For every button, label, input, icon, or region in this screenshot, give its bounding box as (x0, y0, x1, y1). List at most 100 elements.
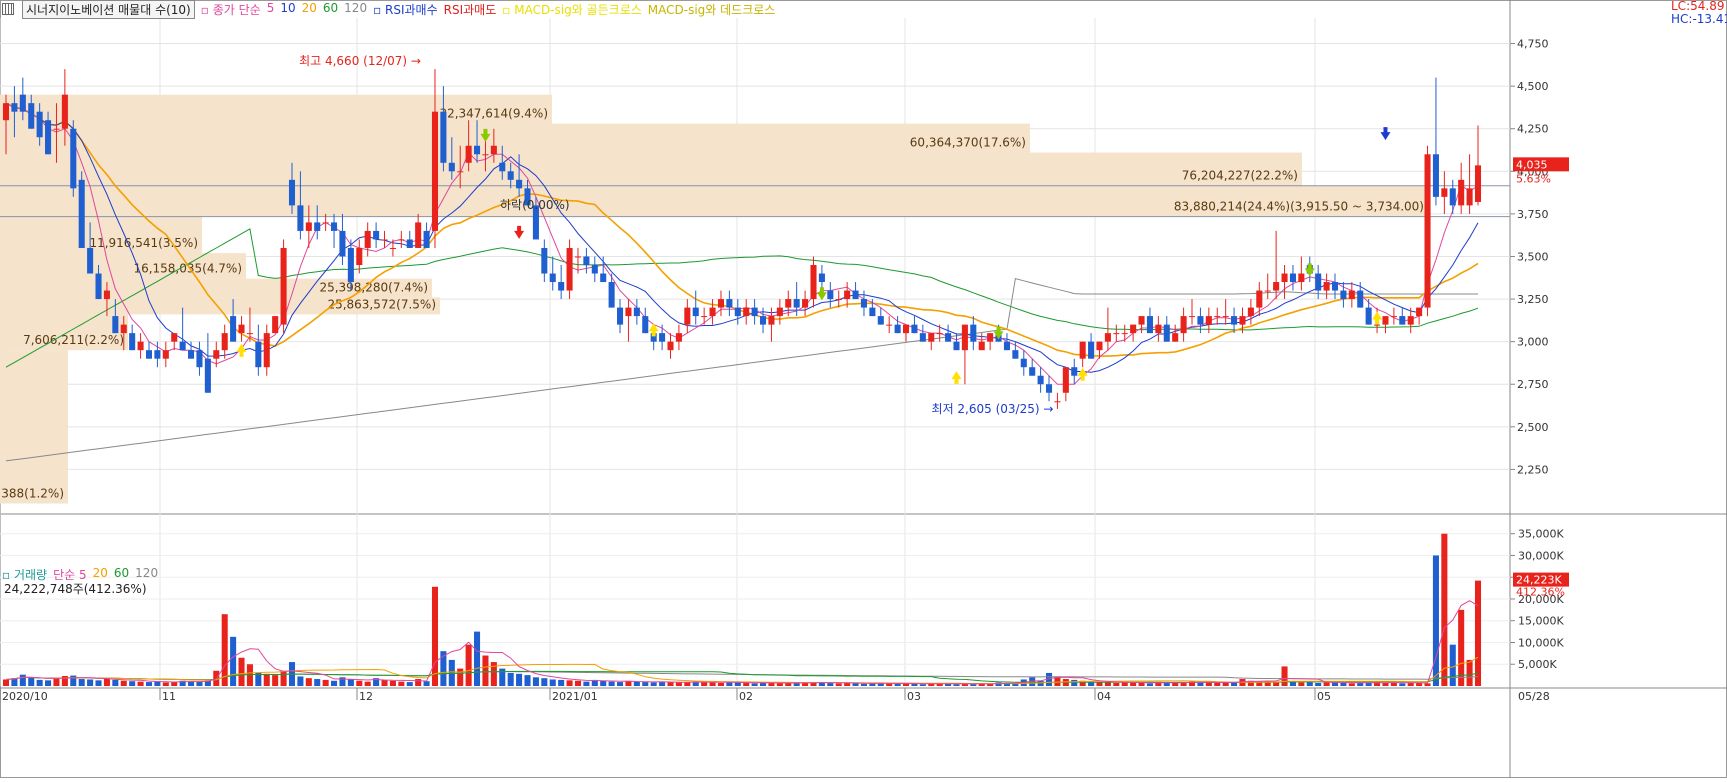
volume-bar (196, 681, 203, 686)
candle-body (583, 256, 590, 265)
candle-body (978, 341, 985, 351)
volume-tick-label: 35,000K (1518, 528, 1564, 541)
volume-profile-label: 60,364,370(17.6%) (910, 136, 1026, 150)
candle-body (936, 333, 943, 335)
x-tick-label: 05/28 (1518, 690, 1550, 703)
x-tick-label: 05 (1317, 690, 1331, 703)
volume-bar (389, 680, 396, 686)
candle-body (1264, 290, 1271, 292)
candle-body (1273, 282, 1280, 291)
candle-body (1315, 273, 1322, 291)
candle-body (415, 222, 422, 248)
candle-body (743, 307, 750, 317)
volume-bar (78, 679, 85, 686)
legend-item: 120 (344, 0, 368, 15)
volume-bar (28, 677, 35, 686)
candle-body (507, 171, 514, 180)
candle-body (844, 290, 851, 300)
volume-bar (566, 680, 573, 686)
volume-bar (995, 682, 1002, 686)
candle-body (1416, 307, 1423, 317)
volume-bar (87, 679, 94, 686)
volume-bar (919, 684, 926, 686)
volume-bar (120, 680, 127, 686)
candle-body (1088, 341, 1095, 359)
candle-body (911, 324, 918, 334)
grid-icon[interactable] (2, 3, 14, 15)
candle-body (70, 128, 77, 189)
candle-body (793, 299, 800, 308)
volume-bar (1071, 679, 1078, 686)
volume-profile-label: 4,084,388(1.2%) (0, 486, 64, 500)
x-tick-label: 2021/01 (552, 690, 598, 703)
volume-bar (431, 586, 439, 686)
volume-bar (145, 682, 153, 686)
candle-body (726, 299, 733, 308)
candle-body (406, 239, 413, 248)
candle-body (1146, 316, 1153, 334)
candle-body (1298, 273, 1305, 283)
candle-body (331, 222, 338, 231)
candle-body (760, 316, 767, 325)
volume-profile-label: 11,916,541(3.5%) (89, 236, 198, 250)
candle-body (213, 350, 220, 359)
volume-bar (356, 680, 363, 686)
x-tick-label: 02 (739, 690, 753, 703)
candle-body (810, 265, 817, 300)
volume-bar (625, 681, 632, 686)
volume-bar (103, 678, 110, 686)
volume-bar (406, 682, 413, 686)
volume-bar (221, 614, 228, 686)
candle-body (945, 333, 952, 342)
candle-body (591, 265, 598, 274)
volume-profile-label: 7,606,211(2.2%) (23, 333, 124, 347)
current-price-label: 4,035 (1516, 158, 1548, 171)
candle-body (431, 111, 439, 231)
candle-body (953, 341, 960, 351)
candle-body (1348, 290, 1355, 300)
y-tick-label: 3,000 (1517, 336, 1549, 349)
volume-current-pct: 412.36% (1516, 586, 1565, 599)
candle-body (1012, 350, 1019, 359)
candle-body (272, 316, 279, 334)
y-tick-label: 3,500 (1517, 250, 1549, 263)
candle-body (1180, 316, 1187, 334)
volume-bar (137, 681, 144, 686)
chart-canvas[interactable]: 2,2502,5002,7503,0003,2503,5003,7504,000… (0, 0, 1727, 778)
volume-bar (1163, 682, 1170, 686)
candle-body (692, 307, 699, 317)
candle-body (1214, 316, 1221, 318)
volume-bar (970, 684, 977, 686)
volume-bar (45, 680, 52, 686)
price-legend: 시너지이노베이션 매물대 수(10) ▫ 종가 단순 5 10 20 60 120 ▫ RS… (2, 0, 775, 19)
candle-body (701, 316, 708, 318)
volume-bar (1121, 682, 1128, 686)
candle-body (617, 307, 624, 325)
candle-body (204, 358, 211, 393)
candle-body (162, 350, 169, 359)
volume-bar (364, 681, 371, 686)
candle-body (11, 103, 18, 112)
volume-bar (457, 668, 464, 686)
candle-body (1424, 154, 1431, 308)
stock-chart[interactable]: 2,250 2,500 2,750 3,000 3,250 3,500 3,750 4,000… (0, 0, 1727, 778)
volume-bar (154, 681, 161, 686)
volume-profile-label: 25,398,280(7.4%) (319, 280, 428, 294)
candle-body (440, 111, 447, 163)
candle-body (1163, 324, 1170, 342)
candle-body (1256, 290, 1263, 308)
chart-title[interactable]: 시너지이노베이션 매물대 수(10) (22, 0, 195, 19)
candle-body (45, 120, 52, 155)
legend-item: 5 (266, 0, 275, 15)
drop-annotation: 하락(0.00%) (500, 198, 570, 212)
volume-bar (1281, 666, 1288, 686)
candle-body (28, 103, 35, 129)
volume-tick-label: 15,000K (1518, 615, 1564, 628)
volume-bar (633, 681, 640, 686)
candle-body (188, 350, 195, 359)
volume-bar (835, 683, 842, 686)
volume-bar (95, 680, 102, 686)
volume-bar (675, 682, 682, 686)
volume-bar (574, 680, 582, 686)
volume-bar (246, 664, 253, 686)
